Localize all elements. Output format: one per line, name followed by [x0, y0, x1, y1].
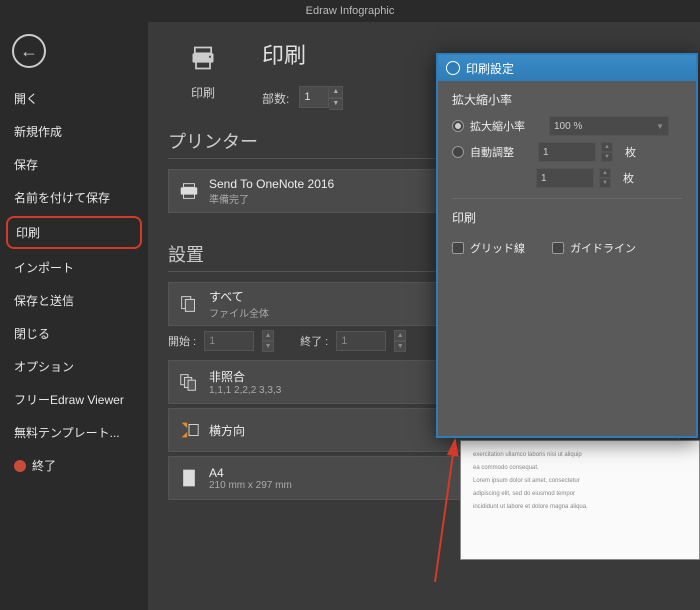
fit-radio[interactable] [452, 146, 464, 158]
zoom-radio-label: 拡大縮小率 [470, 118, 525, 134]
zoom-radio[interactable] [452, 120, 464, 132]
orientation-icon [169, 419, 209, 441]
nav-save-send[interactable]: 保存と送信 [0, 284, 148, 317]
nav-exit[interactable]: 終了 [0, 449, 148, 482]
nav-new[interactable]: 新規作成 [0, 115, 148, 148]
nav-save[interactable]: 保存 [0, 148, 148, 181]
page-title: 印刷 [262, 38, 343, 70]
print-tile-label: 印刷 [168, 84, 238, 101]
print-button-tile[interactable]: 印刷 [168, 38, 238, 101]
fit-cols-unit: 枚 [625, 144, 636, 160]
zoom-value-select[interactable]: 100 %▼ [549, 116, 669, 136]
copies-input[interactable] [299, 86, 329, 108]
dialog-titlebar[interactable]: 印刷設定 [438, 55, 696, 81]
nav-save-as[interactable]: 名前を付けて保存 [0, 181, 148, 214]
range-end-label: 終了 : [300, 333, 328, 349]
guide-checkbox[interactable] [552, 242, 564, 254]
nav-print[interactable]: 印刷 [6, 216, 142, 249]
chevron-down-icon: ▼ [656, 122, 664, 131]
zoom-group-label: 拡大縮小率 [452, 91, 682, 108]
nav-viewer[interactable]: フリーEdraw Viewer [0, 383, 148, 416]
fit-rows-unit: 枚 [623, 170, 634, 186]
fit-rows-input[interactable]: 1 [536, 168, 594, 188]
title-bar: Edraw Infographic [0, 0, 700, 22]
grid-checkbox[interactable] [452, 242, 464, 254]
guide-checkbox-label: ガイドライン [570, 240, 636, 256]
copies-label: 部数: [262, 90, 289, 107]
print-settings-dialog: 印刷設定 拡大縮小率 拡大縮小率 100 %▼ 自動調整 1 ▲▼ 枚 1 ▲▼… [436, 53, 698, 438]
printer-icon [179, 38, 227, 78]
print-preview: exercitation ullamco laboris nisi ut ali… [460, 440, 700, 560]
copies-stepper[interactable]: ▲▼ [329, 86, 343, 110]
sidebar: ← 開く 新規作成 保存 名前を付けて保存 印刷 インポート 保存と送信 閉じる… [0, 22, 148, 610]
range-end-input[interactable] [336, 331, 386, 351]
fit-rows-stepper[interactable]: ▲▼ [599, 168, 611, 188]
range-start-label: 開始 : [168, 333, 196, 349]
range-end-stepper[interactable]: ▲▼ [394, 330, 406, 352]
nav-close[interactable]: 閉じる [0, 317, 148, 350]
exit-icon [14, 460, 26, 472]
back-button[interactable]: ← [12, 34, 46, 68]
pages-icon [169, 293, 209, 315]
range-start-stepper[interactable]: ▲▼ [262, 330, 274, 352]
nav-options[interactable]: オプション [0, 350, 148, 383]
fit-cols-stepper[interactable]: ▲▼ [601, 142, 613, 162]
nav-import[interactable]: インポート [0, 251, 148, 284]
back-arrow-icon: ← [20, 41, 38, 62]
nav-exit-label: 終了 [32, 457, 56, 474]
collate-icon [169, 371, 209, 393]
grid-checkbox-label: グリッド線 [470, 240, 525, 256]
dialog-app-icon [446, 61, 460, 75]
nav-templates[interactable]: 無料テンプレート... [0, 416, 148, 449]
dialog-title-label: 印刷設定 [466, 60, 514, 77]
print-group-label: 印刷 [452, 209, 682, 226]
printer-small-icon [169, 180, 209, 202]
nav-open[interactable]: 開く [0, 82, 148, 115]
paper-icon [169, 466, 209, 490]
fit-cols-input[interactable]: 1 [538, 142, 596, 162]
fit-radio-label: 自動調整 [470, 144, 514, 160]
range-start-input[interactable] [204, 331, 254, 351]
